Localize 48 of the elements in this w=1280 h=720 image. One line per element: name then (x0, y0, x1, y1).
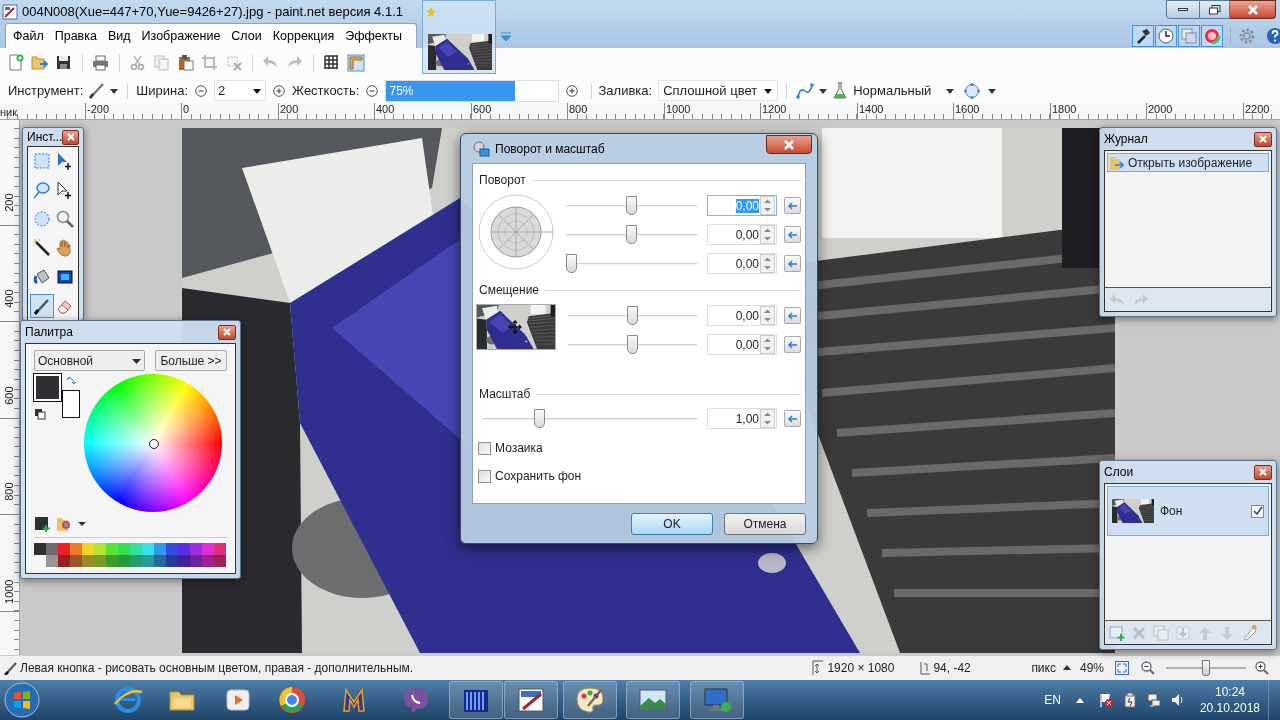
width-field[interactable]: 2 (214, 80, 267, 101)
fill-label: Заливка: (598, 81, 653, 100)
ruler-label: 1000 (666, 104, 691, 115)
clock-date[interactable]: 20.10.2018 (1199, 700, 1260, 716)
menu-item[interactable]: Файл (13, 26, 44, 46)
image-size: 1920 × 1080 (827, 660, 896, 677)
ruler-label: 1400 (859, 104, 884, 115)
ruler-label: 200 (3, 193, 15, 214)
fill-dropdown[interactable]: Сплошной цвет (658, 80, 779, 101)
window-title: 004N008(Xue=447+70,Yue=9426+27).jpg - paint.net версия 4.1.1 (22, 3, 404, 21)
status-hint: Левая кнопка - рисовать основным цветом, правая - дополнительным. (20, 660, 414, 677)
ruler-label: 2000 (1148, 104, 1173, 115)
palette-window-title: Палитра (25, 324, 73, 341)
menu-item[interactable]: Коррекция (272, 26, 335, 46)
zoom-level: 49% (1079, 660, 1104, 677)
menu-item[interactable]: Вид (107, 26, 131, 46)
blend-mode-dropdown[interactable]: Нормальный (853, 80, 932, 101)
ruler-label: 600 (3, 386, 15, 407)
ruler-label: 1600 (955, 104, 980, 115)
hardness-label: Жесткость: (292, 81, 360, 100)
ruler-label: 200 (280, 104, 299, 115)
ruler-label: 2200 (1245, 104, 1270, 115)
cursor-position: 94, -42 (933, 660, 972, 677)
ruler-unit: ник (0, 105, 18, 119)
language-indicator[interactable]: EN (1044, 691, 1061, 709)
ruler-label: 1800 (1052, 104, 1077, 115)
menu-item[interactable]: Правка (54, 26, 97, 46)
clock-time[interactable]: 10:24 (1214, 684, 1245, 700)
ruler-label: 600 (473, 104, 492, 115)
menu-item[interactable]: Изображение (141, 26, 221, 46)
history-item[interactable]: Открыть изображение (1107, 153, 1269, 172)
tools-window-title: Инст... (27, 129, 63, 146)
ruler-label: 400 (376, 104, 395, 115)
width-label: Ширина: (136, 81, 189, 100)
menu-item[interactable]: Эффекты (345, 26, 403, 46)
layer-item[interactable]: Фон (1107, 486, 1269, 536)
ruler-label: 800 (569, 104, 588, 115)
ruler-label: 1000 (3, 579, 15, 606)
mode-dropdown[interactable]: Основной (34, 350, 145, 371)
unit-dropdown[interactable]: пикс (1031, 659, 1056, 677)
ruler-label: 1200 (762, 104, 787, 115)
ruler-label: -200 (87, 104, 110, 115)
ruler-label: 0 (183, 104, 190, 115)
menu-item[interactable]: Слои (231, 26, 262, 46)
tool-label: Инструмент: (8, 81, 84, 100)
ruler-label: 400 (3, 289, 15, 310)
history-window-title: Журнал (1104, 131, 1148, 148)
ruler-label: 800 (3, 482, 15, 503)
